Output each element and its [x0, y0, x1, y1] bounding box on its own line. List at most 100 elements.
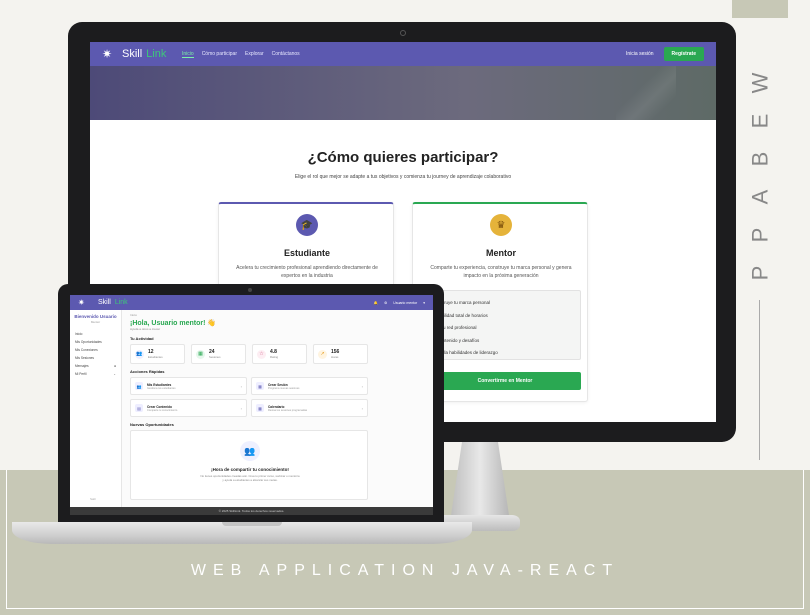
brand-name: Skill — [98, 299, 111, 306]
laptop: ✷ Skill Link 🔔 ⚙ Usuario mentor ▾ Bienven… — [58, 284, 444, 522]
calendar-icon: ▦ — [256, 404, 264, 412]
feature-item: contenido y desafíos — [438, 337, 480, 343]
sidebar-item-conexiones[interactable]: Mis Conexiones — [70, 346, 121, 354]
calendar-icon: ▦ — [256, 382, 264, 390]
sidebar-role: Mentor — [90, 320, 101, 324]
quick-action-title: Mis Estudiantes — [147, 382, 172, 387]
chevron-right-icon: › — [240, 383, 242, 389]
side-letter: P — [747, 225, 772, 243]
chevron-right-icon: › — [361, 383, 363, 389]
side-letter: P — [747, 263, 772, 281]
greeting: ¡Hola, Usuario mentor! 👋 — [130, 320, 217, 327]
breadcrumb[interactable]: Inicio — [130, 313, 430, 317]
dashboard-main: Inicio ¡Hola, Usuario mentor! 👋 Ayuda a … — [130, 310, 430, 507]
side-letter: B — [747, 149, 772, 167]
nav-actions: Inicia sesión Regístrate — [626, 47, 704, 61]
student-title: Estudiante — [283, 248, 330, 258]
opportunities-empty-state: 👥 ¡Hora de compartir tu conocimiento! No… — [130, 430, 368, 500]
brand-name: Skill — [122, 48, 143, 60]
become-mentor-button[interactable]: Convertirme en Mentor — [429, 372, 581, 390]
brand-logo[interactable]: ✷ Skill Link — [102, 48, 182, 60]
logout-link[interactable]: Salir — [90, 497, 96, 501]
quick-action[interactable]: ▤ Crear Contenido Comparte tu conocimiento… — [130, 399, 247, 417]
register-button[interactable]: Regístrate — [663, 47, 704, 61]
sidebar-item-perfil[interactable]: Mi Perfil ⌄ — [70, 370, 121, 378]
network-logo-icon: ✷ — [102, 47, 113, 61]
sidebar-item-label: Mis Sesiones — [75, 356, 94, 360]
graduation-cap-icon: 🎓 — [296, 214, 318, 236]
nav-links: Inicio Cómo participar Explorar Contácta… — [182, 51, 300, 58]
stat-card[interactable]: ▦ 24 Sesiones — [191, 344, 246, 364]
users-icon: 👥 — [135, 382, 143, 390]
mentor-icon: ♛ — [490, 214, 512, 236]
mentor-desc: Comparte tu experiencia, construye tu ma… — [430, 265, 572, 279]
laptop-notch — [222, 522, 282, 526]
side-letter: A — [747, 187, 772, 205]
brand-logo[interactable]: ✷ Skill Link — [78, 297, 128, 309]
nav-actions: 🔔 ⚙ Usuario mentor ▾ — [374, 301, 425, 305]
laptop-screen: ✷ Skill Link 🔔 ⚙ Usuario mentor ▾ Bienven… — [70, 295, 433, 515]
document-icon: ▤ — [135, 404, 143, 412]
nav-link-contactanos[interactable]: Contáctanos — [272, 51, 300, 58]
user-menu[interactable]: Usuario mentor — [393, 301, 417, 305]
brand-name-accent: Link — [114, 299, 128, 306]
network-logo-icon: ✷ — [78, 297, 85, 307]
login-link[interactable]: Inicia sesión — [626, 51, 654, 57]
quick-actions: 👥 Mis Estudiantes Gestiona tus estudiantes… — [130, 377, 430, 417]
trend-icon: ↗ — [318, 349, 327, 359]
stats-row: 👥 12 Estudiantes ▦ 24 Sesiones ☆ 4.8 Rating… — [130, 344, 430, 364]
nav-link-inicio[interactable]: Inicio — [182, 51, 194, 58]
sidebar-item-mensajes[interactable]: Mensajes ● — [70, 362, 121, 370]
sidebar-item-sesiones[interactable]: Mis Sesiones — [70, 354, 121, 362]
brand-name-accent: Link — [146, 48, 167, 60]
monitor-stand — [450, 442, 510, 522]
feature-item: rrolla habilidades de liderazgo — [438, 350, 498, 355]
nav-link-como-participar[interactable]: Cómo participar — [202, 51, 237, 58]
quick-action-sub: Programa nuevas sesiones — [268, 386, 300, 390]
settings-icon[interactable]: ⚙ — [384, 301, 387, 305]
dashboard-navbar: ✷ Skill Link 🔔 ⚙ Usuario mentor ▾ — [70, 295, 433, 310]
side-label: W E B A P P — [740, 70, 780, 281]
empty-state-text: No tienes oportunidades creadas aún. Cre… — [200, 474, 300, 482]
sidebar-item-oportunidades[interactable]: Mis Oportunidades — [70, 338, 121, 346]
sidebar-welcome: Bienvenido Usuario — [74, 314, 117, 319]
hero-decor — [616, 66, 676, 120]
quick-action-sub: Revisa tus sesiones programadas — [268, 408, 308, 412]
greeting-sub: Ayuda a otros a crecer — [130, 327, 161, 331]
users-icon: 👥 — [240, 441, 260, 461]
notification-icon[interactable]: 🔔 — [374, 301, 378, 305]
mentor-title: Mentor — [486, 248, 516, 258]
sidebar-item-label: Mis Conexiones — [75, 348, 98, 352]
sidebar-item-inicio[interactable]: Inicio — [70, 330, 121, 338]
hero-banner — [90, 66, 716, 120]
page-title: ¿Cómo quieres participar? — [307, 149, 499, 166]
sidebar-item-label: Mensajes — [75, 364, 89, 368]
chevron-down-icon: ⌄ — [113, 372, 116, 376]
page-subtitle: Elige el rol que mejor se adapte a tus o… — [294, 174, 512, 180]
stat-card[interactable]: ☆ 4.8 Rating — [252, 344, 307, 364]
quick-action[interactable]: ▦ Calendario Revisa tus sesiones programad… — [251, 399, 368, 417]
stat-label: Rating — [270, 355, 279, 359]
laptop-base — [12, 522, 472, 544]
stat-card[interactable]: ↗ 156 Horas — [313, 344, 368, 364]
feature-item: a tu red profesional — [438, 325, 477, 330]
mentor-features: nstruye tu marca personal xibilidad tota… — [429, 290, 581, 360]
footer: © 2025 SkillLink. Todos los derechos res… — [70, 507, 433, 515]
quick-action[interactable]: 👥 Mis Estudiantes Gestiona tus estudiantes… — [130, 377, 247, 395]
side-letter: E — [747, 111, 772, 129]
sidebar-item-label: Mi Perfil — [75, 372, 87, 376]
chevron-down-icon[interactable]: ▾ — [423, 301, 425, 305]
side-letter: W — [746, 70, 772, 94]
camera-icon — [400, 30, 406, 36]
student-desc: Acelera tu crecimiento profesional apren… — [236, 265, 378, 279]
sidebar-item-label: Inicio — [75, 332, 83, 336]
empty-state-heading: ¡Hora de compartir tu conocimiento! — [211, 467, 289, 472]
bottom-title: WEB APPLICATION JAVA-REACT — [190, 562, 620, 579]
stat-card[interactable]: 👥 12 Estudiantes — [130, 344, 185, 364]
users-icon: 👥 — [135, 349, 144, 359]
quick-action[interactable]: ▦ Crear Sesión Programa nuevas sesiones › — [251, 377, 368, 395]
stat-label: Sesiones — [209, 355, 221, 359]
nav-link-explorar[interactable]: Explorar — [245, 51, 264, 58]
feature-item: xibilidad total de horarios — [438, 312, 488, 318]
stat-label: Horas — [331, 355, 339, 359]
